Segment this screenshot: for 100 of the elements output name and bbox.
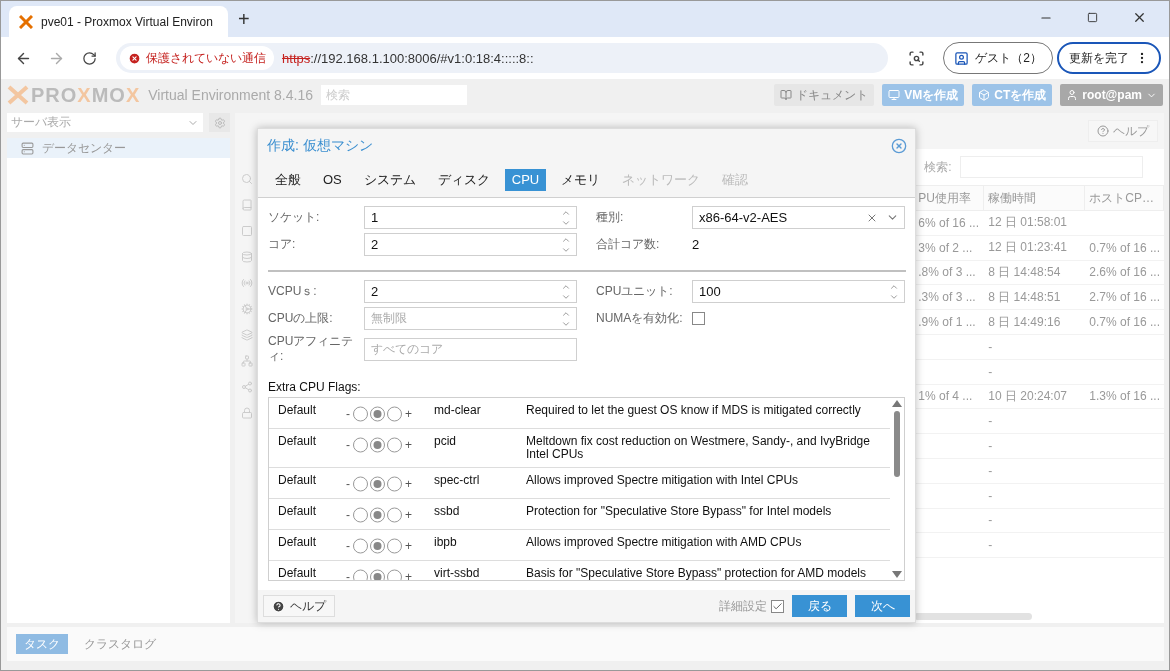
view-select[interactable]: サーバ表示 [7,113,204,132]
column-header[interactable]: ホストCP… [1085,186,1164,210]
table-cell-text: 1% of 4 ... [917,389,974,404]
affinity-field[interactable]: すべてのコア [364,337,577,361]
scroll-up-icon[interactable] [892,400,902,407]
plus-sign: + [405,508,412,522]
spinner-field[interactable]: 2 [364,280,577,303]
table-cell-text: 6% of 16 ... [917,215,980,230]
flag-description: Meltdown fix cost reduction on Westmere, Sandy-, and IvyBridge Intel CPUs [526,435,871,461]
spinner-field[interactable]: 100 [692,280,905,303]
vertical-scrollbar[interactable] [890,398,904,580]
radio-button[interactable] [352,406,369,422]
table-cell-text: .8% of 3 ... [917,265,977,280]
table-cell-text: - [987,538,994,553]
nav-icon[interactable] [241,277,254,289]
field-label: VCPUｓ: [268,284,318,299]
nav-icon[interactable] [241,329,254,341]
scroll-down-icon[interactable] [892,571,902,578]
update-button[interactable]: 更新を完了 [1057,42,1161,74]
nav-icon[interactable] [241,381,254,393]
radio-button[interactable] [386,538,403,554]
help-button[interactable]: ヘルプ [263,595,335,617]
flag-value: Default [278,505,318,518]
advanced-label: 詳細設定 [719,597,767,615]
spinner-field[interactable]: 2 [364,233,577,256]
radio-button[interactable] [352,476,369,492]
dialog-tab[interactable]: OS [316,168,349,191]
maximize-icon[interactable] [1087,12,1098,23]
field-label: CPUアフィニティ: [268,334,355,364]
nav-icon[interactable] [241,407,254,419]
help-button[interactable]: ヘルプ [1088,120,1158,142]
user-menu-button[interactable]: root@pam [1060,84,1163,106]
profile-button[interactable]: ゲスト（2） [943,42,1053,74]
radio-button[interactable] [386,476,403,492]
radio-button[interactable] [369,437,386,453]
radio-button[interactable] [352,437,369,453]
type-combo-field[interactable]: x86-64-v2-AES [692,206,905,229]
dialog-tab[interactable]: 全般 [268,168,308,191]
plus-sign: + [405,407,412,421]
field-label: CPUユニット: [596,284,674,299]
radio-button[interactable] [369,507,386,523]
table-cell-text: 8 日 14:49:16 [987,313,1062,331]
settings-button[interactable] [209,113,231,132]
flag-description: Allows improved Spectre mitigation with Intel CPUs [526,474,800,487]
table-cell-text: - [987,439,994,454]
table-cell-text: - [987,463,994,478]
column-header[interactable]: 稼働時間 [984,186,1086,210]
nav-icon[interactable] [241,173,254,185]
radio-button[interactable] [386,507,403,523]
spinner-field[interactable]: 1 [364,206,577,229]
table-cell-text: 2.6% of 16 ... [1088,265,1161,280]
plus-sign: + [405,477,412,491]
back-button[interactable]: 戻る [792,595,847,617]
table-cell-text: .9% of 1 ... [917,315,977,330]
radio-button[interactable] [369,406,386,422]
header-button[interactable]: VMを作成 [882,84,965,106]
dialog-tab[interactable]: ディスク [430,168,497,191]
nav-icon[interactable] [241,199,254,211]
book-icon [780,89,793,101]
field-value: 2 [692,237,700,252]
plus-sign: + [405,438,412,452]
minus-sign: - [346,508,350,522]
browser-tab[interactable]: pve01 - Proxmox Virtual Environ [9,6,228,37]
nav-icon[interactable] [241,225,254,237]
new-tab-button[interactable]: + [238,8,250,31]
security-chip[interactable]: 保護されていない通信 [120,46,275,70]
tree-item[interactable]: データセンター [7,138,231,158]
next-button[interactable]: 次へ [855,595,910,617]
minus-sign: - [346,539,350,553]
table-cell-text: - [987,339,994,354]
flag-description: Basis for "Speculative Store Bypass" protection for AMD models [526,567,867,580]
product-version: Virtual Environment 8.4.16 [148,87,313,103]
log-tab[interactable]: クラスタログ [76,634,164,654]
address-bar[interactable]: 保護されていない通信 https://192.168.1.100:8006/#v1:0:18:4:::::8:: [116,43,889,73]
nav-icon[interactable] [241,251,254,263]
nav-icon[interactable] [241,355,254,367]
dialog-tab[interactable]: CPU [504,168,547,191]
checkbox[interactable] [692,312,705,325]
minus-sign: - [346,477,350,491]
field-label: ソケット: [268,210,321,225]
nav-icon[interactable] [241,303,254,315]
radio-button[interactable] [386,406,403,422]
header-button[interactable]: ドキュメント [774,84,875,106]
table-cell-text: 0.7% of 16 ... [1088,315,1161,330]
dialog-tab[interactable]: システム [356,168,423,191]
table-cell-text: 8 日 14:48:51 [987,288,1062,306]
log-tab[interactable]: タスク [16,634,68,654]
header-button[interactable]: CTを作成 [972,84,1053,106]
radio-button[interactable] [386,437,403,453]
flag-value: Default [278,474,318,487]
table-cell-text: - [987,488,994,503]
advanced-checkbox[interactable] [771,599,784,613]
spinner-field[interactable]: 無制限 [364,307,577,330]
radio-button[interactable] [369,538,386,554]
radio-button[interactable] [369,476,386,492]
radio-button[interactable] [352,538,369,554]
dialog-tab[interactable]: メモリ [554,168,608,191]
close-icon[interactable] [1132,10,1147,25]
radio-button[interactable] [352,507,369,523]
minus-sign: - [346,438,350,452]
